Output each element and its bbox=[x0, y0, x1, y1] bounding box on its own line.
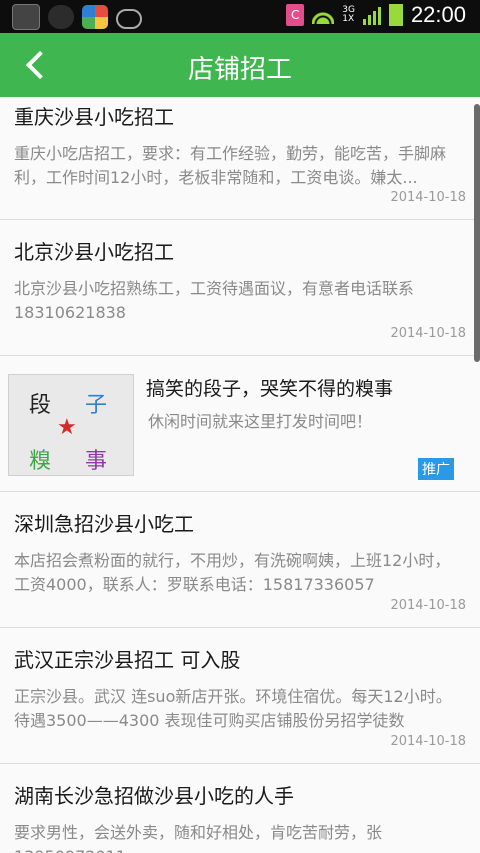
item-date: 2014-10-18 bbox=[390, 190, 466, 205]
app-header: 店铺招工 bbox=[0, 33, 480, 97]
item-date: 2014-10-18 bbox=[390, 734, 466, 749]
wifi-icon bbox=[312, 6, 335, 24]
battery-icon bbox=[388, 4, 403, 26]
network-type: 3G 1X bbox=[342, 5, 355, 24]
list-item[interactable]: 深圳急招沙县小吃工 本店招会煮粉面的就行，不用炒，有洗碗啊姨，上班12小时，工资… bbox=[0, 492, 480, 628]
page-title: 店铺招工 bbox=[187, 55, 292, 85]
status-bar: C 3G 1X 22:00 bbox=[0, 0, 480, 33]
item-date: 2014-10-18 bbox=[390, 326, 466, 341]
list-item[interactable]: 湖南长沙急招做沙县小吃的人手 要求男性，会送外卖，随和好相处，肯吃苦耐劳，张13… bbox=[0, 764, 480, 853]
ad-desc: 休闲时间就来这里打发时间吧！ bbox=[148, 412, 373, 431]
item-title: 湖南长沙急招做沙县小吃的人手 bbox=[14, 784, 294, 808]
listing-list[interactable]: 重庆沙县小吃招工 重庆小吃店招工，要求：有工作经验，勤劳，能吃苦，手脚麻利，工作… bbox=[0, 97, 480, 853]
item-title: 北京沙县小吃招工 bbox=[14, 240, 174, 264]
item-desc: 本店招会煮粉面的就行，不用炒，有洗碗啊姨，上班12小时，工资4000，联系人：罗… bbox=[14, 551, 451, 594]
ad-badge: 推广 bbox=[418, 458, 454, 480]
list-item[interactable]: 武汉正宗沙县招工 可入股 正宗沙县。武汉 连suo新店开张。环境住宿优。每天12… bbox=[0, 628, 480, 764]
ad-image: 段 子 ★ 糗 事 bbox=[8, 374, 134, 476]
item-title: 武汉正宗沙县招工 可入股 bbox=[14, 648, 241, 672]
item-title: 重庆沙县小吃招工 bbox=[14, 105, 174, 129]
item-desc: 北京沙县小吃招熟练工，工资待遇面议，有意者电话联系18310621838 bbox=[14, 279, 415, 322]
item-desc: 要求男性，会送外卖，随和好相处，肯吃苦耐劳，张13950972011 bbox=[14, 823, 383, 853]
sim-icon: C bbox=[286, 4, 305, 26]
list-item[interactable]: 北京沙县小吃招工 北京沙县小吃招熟练工，工资待遇面议，有意者电话联系183106… bbox=[0, 220, 480, 356]
wechat-icon bbox=[48, 5, 74, 29]
image-icon bbox=[12, 4, 40, 30]
list-item[interactable]: 重庆沙县小吃招工 重庆小吃店招工，要求：有工作经验，勤劳，能吃苦，手脚麻利，工作… bbox=[0, 97, 480, 220]
weather-icon bbox=[116, 9, 142, 29]
scrollbar[interactable] bbox=[474, 104, 480, 362]
item-desc: 重庆小吃店招工，要求：有工作经验，勤劳，能吃苦，手脚麻利，工作时间12小时，老板… bbox=[14, 144, 447, 187]
game-icon bbox=[82, 5, 108, 29]
ad-title: 搞笑的段子，哭笑不得的糗事 bbox=[146, 378, 394, 400]
ad-item[interactable]: 段 子 ★ 糗 事 搞笑的段子，哭笑不得的糗事 休闲时间就来这里打发时间吧！ 推… bbox=[0, 356, 480, 492]
item-desc: 正宗沙县。武汉 连suo新店开张。环境住宿优。每天12小时。待遇3500——43… bbox=[14, 687, 452, 730]
item-date: 2014-10-18 bbox=[390, 598, 466, 613]
clock: 22:00 bbox=[410, 2, 466, 27]
item-title: 深圳急招沙县小吃工 bbox=[14, 512, 194, 536]
signal-icon bbox=[362, 5, 381, 25]
